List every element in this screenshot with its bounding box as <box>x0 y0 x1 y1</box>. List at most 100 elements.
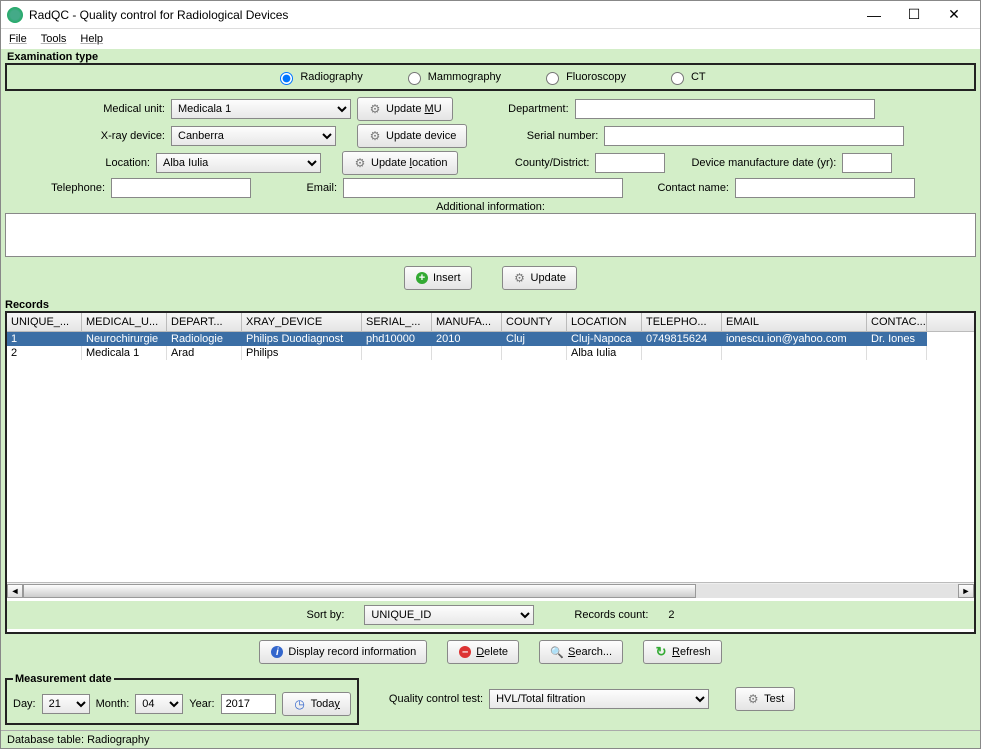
column-header[interactable]: UNIQUE_... <box>7 313 82 331</box>
gear-icon <box>353 156 367 170</box>
insert-button[interactable]: Insert <box>404 266 472 290</box>
update-button[interactable]: Update <box>502 266 577 290</box>
table-cell: Cluj-Napoca <box>567 332 642 346</box>
app-window: RadQC - Quality control for Radiological… <box>0 0 981 749</box>
sort-by-select[interactable]: UNIQUE_ID <box>364 605 534 625</box>
content-area: Examination type Radiography Mammography… <box>1 49 980 730</box>
radio-fluoroscopy[interactable]: Fluoroscopy <box>541 69 626 85</box>
records-count-label: Records count: <box>574 609 648 621</box>
table-row[interactable]: 2Medicala 1AradPhilipsAlba Iulia <box>7 346 974 360</box>
plus-icon <box>415 271 429 285</box>
medical-unit-select[interactable]: Medicala 1 <box>171 99 351 119</box>
refresh-button[interactable]: Refresh <box>643 640 722 664</box>
contact-label: Contact name: <box>629 182 729 194</box>
location-select[interactable]: Alba Iulia <box>156 153 321 173</box>
table-cell: 0749815624 <box>642 332 722 346</box>
statusbar: Database table: Radiography <box>1 730 980 748</box>
search-button[interactable]: Search... <box>539 640 623 664</box>
month-select[interactable]: 04 <box>135 694 183 714</box>
table-cell: Arad <box>167 346 242 360</box>
menubar: File Tools Help <box>1 29 980 49</box>
column-header[interactable]: CONTAC... <box>867 313 927 331</box>
column-header[interactable]: TELEPHO... <box>642 313 722 331</box>
county-input[interactable] <box>595 153 665 173</box>
table-row[interactable]: 1NeurochirurgieRadiologiePhilips Duodiag… <box>7 332 974 346</box>
day-select[interactable]: 21 <box>42 694 90 714</box>
addl-info-label: Additional information: <box>5 201 976 213</box>
email-label: Email: <box>257 182 337 194</box>
serial-input[interactable] <box>604 126 904 146</box>
year-input[interactable] <box>221 694 276 714</box>
maximize-button[interactable]: ☐ <box>894 3 934 27</box>
column-header[interactable]: EMAIL <box>722 313 867 331</box>
table-cell <box>362 346 432 360</box>
delete-button[interactable]: Delete <box>447 640 519 664</box>
scroll-right-arrow[interactable]: ► <box>958 584 974 598</box>
status-text: Database table: Radiography <box>7 734 149 746</box>
records-count-value: 2 <box>668 609 674 621</box>
location-label: Location: <box>5 157 150 169</box>
column-header[interactable]: MANUFA... <box>432 313 502 331</box>
gear-icon <box>513 271 527 285</box>
scroll-track[interactable] <box>23 584 958 598</box>
horizontal-scrollbar[interactable]: ◄ ► <box>7 582 974 598</box>
county-label: County/District: <box>474 157 589 169</box>
column-header[interactable]: DEPART... <box>167 313 242 331</box>
info-icon <box>270 645 284 659</box>
measurement-date-legend: Measurement date <box>13 673 114 685</box>
column-header[interactable]: LOCATION <box>567 313 642 331</box>
day-label: Day: <box>13 698 36 710</box>
update-device-button[interactable]: Update device <box>357 124 467 148</box>
titlebar: RadQC - Quality control for Radiological… <box>1 1 980 29</box>
close-button[interactable]: ✕ <box>934 3 974 27</box>
radio-mammography[interactable]: Mammography <box>403 69 501 85</box>
mfd-input[interactable] <box>842 153 892 173</box>
records-legend: Records <box>5 299 976 311</box>
addl-info-textarea[interactable] <box>5 213 976 257</box>
clock-icon <box>293 697 307 711</box>
qc-test-label: Quality control test: <box>389 693 483 705</box>
table-cell: 1 <box>7 332 82 346</box>
update-mu-button[interactable]: Update MU <box>357 97 453 121</box>
window-title: RadQC - Quality control for Radiological… <box>29 8 854 22</box>
minimize-button[interactable]: — <box>854 3 894 27</box>
table-cell: ionescu.ion@yahoo.com <box>722 332 867 346</box>
serial-label: Serial number: <box>483 130 598 142</box>
menu-file[interactable]: File <box>9 33 27 45</box>
scroll-left-arrow[interactable]: ◄ <box>7 584 23 598</box>
qc-test-select[interactable]: HVL/Total filtration <box>489 689 709 709</box>
table-cell <box>432 346 502 360</box>
display-record-button[interactable]: Display record information <box>259 640 427 664</box>
radio-radiography[interactable]: Radiography <box>275 69 362 85</box>
email-input[interactable] <box>343 178 623 198</box>
table-cell: Radiologie <box>167 332 242 346</box>
table-cell: Dr. Iones <box>867 332 927 346</box>
table-cell: Alba Iulia <box>567 346 642 360</box>
contact-input[interactable] <box>735 178 915 198</box>
gear-icon <box>746 692 760 706</box>
radio-ct[interactable]: CT <box>666 69 706 85</box>
table-cell: Medicala 1 <box>82 346 167 360</box>
table-cell: phd10000 <box>362 332 432 346</box>
column-header[interactable]: COUNTY <box>502 313 567 331</box>
today-button[interactable]: Today <box>282 692 351 716</box>
table-cell <box>642 346 722 360</box>
xray-select[interactable]: Canberra <box>171 126 336 146</box>
xray-label: X-ray device: <box>5 130 165 142</box>
gear-icon <box>368 129 382 143</box>
column-header[interactable]: XRAY_DEVICE <box>242 313 362 331</box>
table-cell: Cluj <box>502 332 567 346</box>
update-location-button[interactable]: Update location <box>342 151 458 175</box>
menu-help[interactable]: Help <box>80 33 103 45</box>
scroll-thumb[interactable] <box>23 584 696 598</box>
refresh-icon <box>654 645 668 659</box>
menu-tools[interactable]: Tools <box>41 33 67 45</box>
table-cell: 2 <box>7 346 82 360</box>
records-table: UNIQUE_...MEDICAL_U...DEPART...XRAY_DEVI… <box>5 311 976 634</box>
department-input[interactable] <box>575 99 875 119</box>
test-button[interactable]: Test <box>735 687 795 711</box>
column-header[interactable]: MEDICAL_U... <box>82 313 167 331</box>
telephone-input[interactable] <box>111 178 251 198</box>
table-cell: Philips Duodiagnost <box>242 332 362 346</box>
column-header[interactable]: SERIAL_... <box>362 313 432 331</box>
